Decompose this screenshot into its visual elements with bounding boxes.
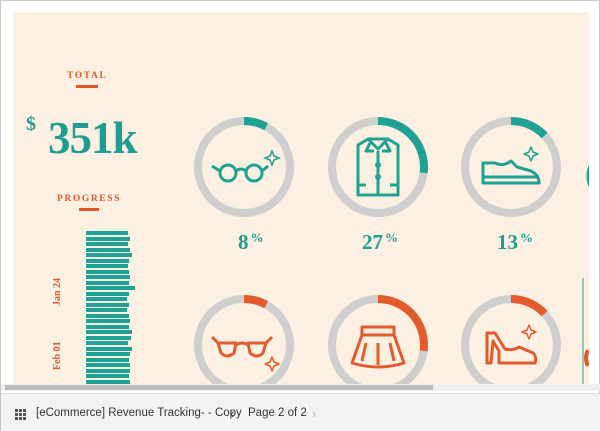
previous-page-button[interactable]: ‹ <box>230 406 234 421</box>
progress-bar <box>86 269 129 274</box>
progress-bar <box>86 247 131 252</box>
sneaker-icon <box>481 146 541 185</box>
sunglasses-icon <box>210 335 280 372</box>
currency-symbol: $ <box>26 113 36 135</box>
progress-bar <box>86 357 129 362</box>
progress-bar <box>86 258 130 263</box>
progress-bar <box>86 319 131 323</box>
page-indicator: Page 2 of 2 <box>248 407 307 419</box>
partial-ring-right <box>586 164 589 188</box>
progress-bar <box>86 368 130 373</box>
sneaker-ring <box>461 117 561 217</box>
progress-bar <box>86 242 128 246</box>
shirt-ring <box>328 117 428 217</box>
progress-bar <box>86 330 132 334</box>
progress-bar <box>86 308 127 312</box>
progress-bar <box>86 352 131 356</box>
progress-bar <box>86 374 130 378</box>
horizontal-scrollbar[interactable] <box>1 384 600 391</box>
report-canvas: TOTAL $ 351k PROGRESS Jan 24 Feb 01 8 % … <box>13 12 589 384</box>
report-viewer: TOTAL $ 351k PROGRESS Jan 24 Feb 01 8 % … <box>0 0 600 431</box>
progress-label: PROGRESS <box>57 194 122 204</box>
progress-bar <box>86 275 131 279</box>
skirt-icon <box>350 325 406 369</box>
total-value: 351k <box>48 113 138 163</box>
date-label-feb01: Feb 01 <box>52 341 63 370</box>
horizontal-scrollbar-thumb[interactable] <box>5 385 433 390</box>
progress-underline <box>79 208 99 211</box>
grid-icon[interactable] <box>15 409 26 420</box>
next-page-button[interactable]: › <box>312 406 316 421</box>
progress-bar <box>86 341 128 345</box>
glasses-percent: 8% <box>238 230 264 254</box>
shirt-percent: 27% <box>362 230 398 254</box>
sunglasses-ring <box>194 295 294 384</box>
sneaker-percent: 13% <box>497 230 533 254</box>
glasses-icon <box>211 148 282 183</box>
skirt-ring <box>328 295 428 384</box>
progress-bar <box>86 346 132 351</box>
progress-bar <box>86 280 130 285</box>
total-underline <box>76 85 98 88</box>
progress-bar <box>86 302 129 307</box>
glasses-ring <box>194 117 294 217</box>
progress-bar <box>86 286 135 290</box>
date-label-jan24: Jan 24 <box>52 277 63 306</box>
heel-shoe-icon <box>485 324 538 365</box>
progress-bar <box>86 335 131 340</box>
progress-bar <box>86 236 130 241</box>
total-label: TOTAL <box>67 71 108 81</box>
report-footer: [eCommerce] Revenue Tracking- - Copy ‹ P… <box>1 393 600 431</box>
partial-panel-right <box>582 278 589 384</box>
report-name[interactable]: [eCommerce] Revenue Tracking- - Copy <box>36 407 242 419</box>
progress-bar <box>86 231 128 235</box>
progress-bar <box>86 379 130 384</box>
progress-bar <box>86 363 131 367</box>
progress-bar <box>86 264 128 268</box>
shirt-icon <box>356 137 400 197</box>
progress-bar <box>86 291 129 296</box>
progress-bar <box>86 297 127 301</box>
progress-bar <box>86 253 133 257</box>
progress-bar <box>86 313 130 318</box>
progress-bar <box>86 324 129 329</box>
progress-bar-chart <box>86 231 146 384</box>
heel-shoe-ring <box>461 295 561 384</box>
